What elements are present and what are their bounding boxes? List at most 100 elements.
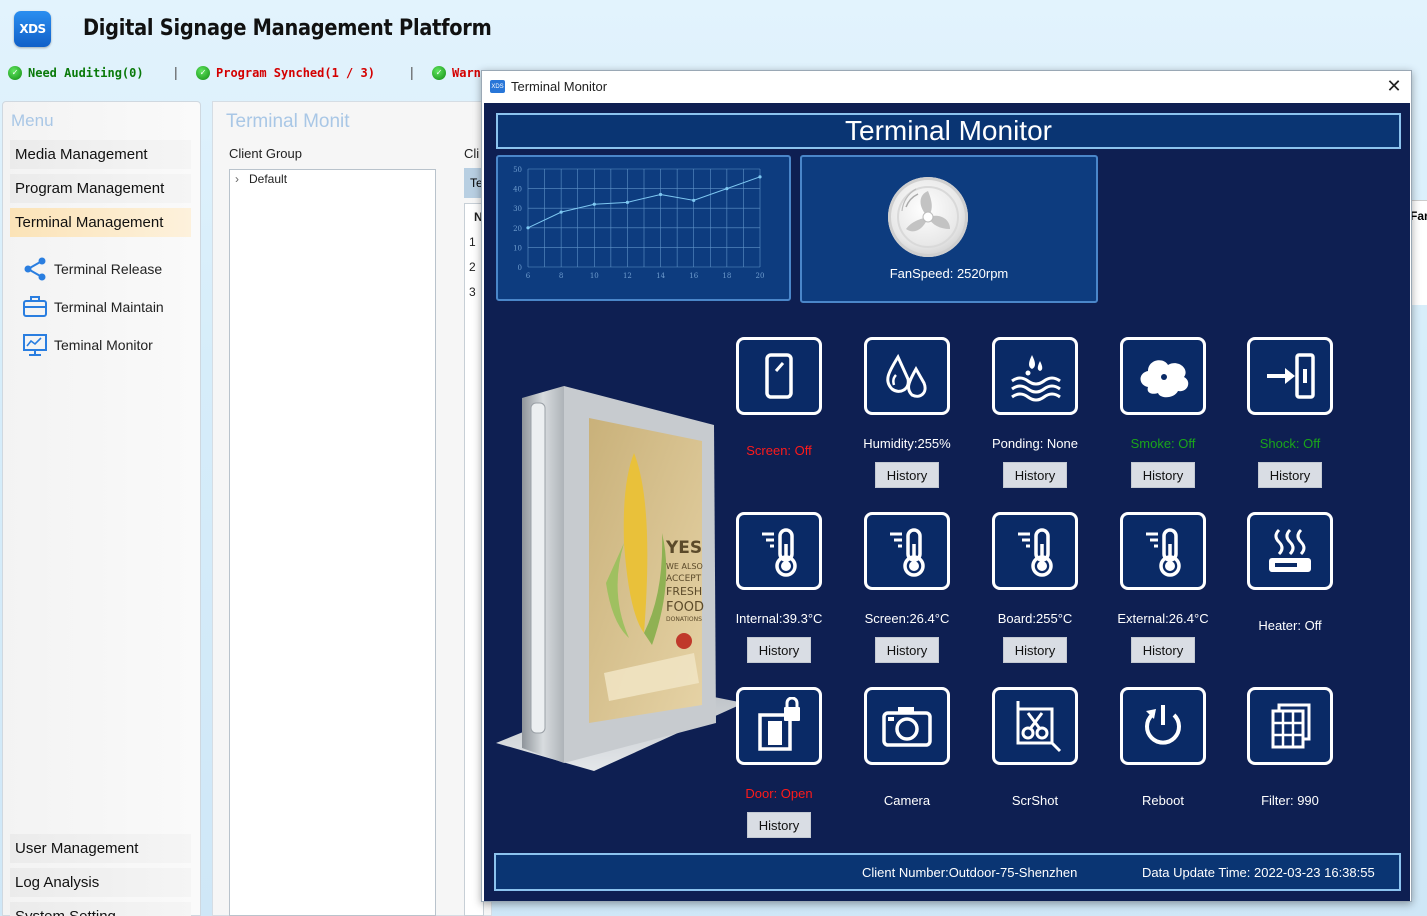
thermometer-icon — [762, 528, 797, 577]
sensor-label: Board:255°C — [997, 611, 1073, 626]
toolbox-icon — [23, 296, 47, 317]
chart-ytick: 0 — [518, 264, 522, 272]
door-icon — [758, 697, 800, 751]
history-button[interactable]: History — [875, 462, 939, 488]
screenshot-icon — [1016, 701, 1062, 753]
poster-text: FOOD — [666, 600, 704, 615]
history-button[interactable]: History — [1131, 637, 1195, 663]
client-group-tree[interactable] — [229, 169, 436, 916]
sensor-tile[interactable] — [864, 512, 950, 590]
sensor-tile[interactable] — [1120, 337, 1206, 415]
menu-item-log[interactable]: Log Analysis — [10, 868, 191, 897]
kiosk-image: YES WE ALSO ACCEPT FRESH FOOD DONATIONS — [496, 386, 744, 771]
menu-item-program[interactable]: Program Management — [10, 174, 191, 203]
chart-point — [725, 187, 729, 191]
data-update-time: Data Update Time: 2022-03-23 16:38:55 — [1142, 865, 1375, 880]
fan-card: FanSpeed: 2520rpm — [800, 155, 1098, 303]
ponding-icon — [1011, 355, 1061, 402]
chart-ytick: 30 — [513, 205, 522, 213]
humidity-icon — [886, 353, 927, 398]
sensor-tile[interactable] — [864, 337, 950, 415]
sensor-tile[interactable] — [1247, 687, 1333, 765]
menu-item-system[interactable]: System Setting — [10, 902, 191, 916]
sensor-tile[interactable] — [736, 687, 822, 765]
app-icon: XDS — [490, 80, 505, 93]
sensor-label: Shock: Off — [1259, 436, 1321, 451]
monitor-footer: Client Number:Outdoor-75-Shenzhen Data U… — [494, 853, 1401, 891]
thermometer-icon — [890, 528, 925, 577]
sub-item-terminal-release[interactable]: Terminal Release — [22, 254, 162, 284]
poster-text: YES — [665, 538, 702, 558]
sensor-tile[interactable] — [1247, 337, 1333, 415]
sensor-label: Smoke: Off — [1130, 436, 1196, 451]
table-row[interactable]: 1 — [469, 235, 476, 249]
table-row[interactable]: 3 — [469, 285, 476, 299]
sensor-label: Reboot — [1142, 793, 1184, 808]
chart-point — [692, 198, 696, 202]
sensor-tile[interactable] — [1120, 512, 1206, 590]
sensor-tile[interactable] — [736, 512, 822, 590]
filter-icon — [1271, 703, 1311, 749]
sub-item-terminal-monitor[interactable]: Teminal Monitor — [22, 330, 153, 360]
sensor-label: Screen: Off — [746, 443, 812, 458]
sensor-label: ScrShot — [1011, 793, 1059, 808]
sensor-label: Internal:39.3°C — [735, 611, 823, 626]
app-title: Digital Signage Management Platform — [83, 16, 492, 41]
terminal-monitor-window: XDS Terminal Monitor ✕ Terminal Monitor … — [481, 70, 1412, 902]
window-title: Terminal Monitor — [511, 79, 608, 94]
chart-point — [658, 192, 663, 197]
chart-xtick: 18 — [722, 272, 731, 280]
history-button[interactable]: History — [1003, 637, 1067, 663]
sub-item-label: Terminal Maintain — [54, 299, 164, 315]
history-button[interactable]: History — [1258, 462, 1322, 488]
history-button[interactable]: History — [747, 637, 811, 663]
chart-xtick: 10 — [590, 272, 599, 280]
sensor-tile[interactable] — [992, 687, 1078, 765]
smoke-icon — [1140, 360, 1189, 398]
sensor-tile[interactable] — [864, 687, 950, 765]
chart-xtick: 14 — [656, 272, 665, 280]
sensor-label: Humidity:255% — [863, 436, 951, 451]
monitor-icon — [23, 334, 47, 356]
menu-item-user[interactable]: User Management — [10, 834, 191, 863]
fan-speed-label: FanSpeed: 2520rpm — [889, 266, 1009, 281]
close-icon[interactable]: ✕ — [1383, 75, 1405, 97]
thermometer-icon — [1018, 528, 1053, 577]
menu-item-terminal[interactable]: Terminal Management — [10, 208, 191, 237]
chart-point — [559, 210, 563, 214]
sensor-tile[interactable] — [1247, 512, 1333, 590]
sensor-tile[interactable] — [736, 337, 822, 415]
history-chart-card: 0 10 20 30 40 50 6 8 10 12 14 16 18 20 — [496, 155, 791, 301]
chart-point — [625, 200, 630, 204]
sensor-tile[interactable] — [992, 512, 1078, 590]
client-group-label: Client Group — [229, 146, 302, 161]
screen-icon — [765, 353, 793, 399]
sub-item-terminal-maintain[interactable]: Terminal Maintain — [22, 292, 164, 322]
status-warning[interactable]: ✓ Warn — [432, 66, 481, 80]
chevron-right-icon[interactable]: › — [235, 172, 239, 186]
app-logo: XDS — [14, 11, 51, 47]
chart-xtick: 12 — [623, 272, 632, 280]
chart-point — [526, 226, 530, 230]
menu-item-media[interactable]: Media Management — [10, 140, 191, 169]
sensor-tile[interactable] — [1120, 687, 1206, 765]
tree-item-default[interactable]: › Default — [235, 172, 287, 186]
monitor-header: Terminal Monitor — [496, 113, 1401, 149]
table-header-fan: Fan — [1410, 209, 1427, 223]
status-program-synched[interactable]: ✓ Program Synched(1 / 3) — [196, 66, 375, 80]
status-need-auditing[interactable]: ✓ Need Auditing(0) — [8, 66, 144, 80]
poster-text: FRESH — [666, 585, 702, 598]
shock-icon — [1267, 353, 1315, 399]
history-button[interactable]: History — [747, 812, 811, 838]
heater-icon — [1269, 528, 1311, 572]
history-button[interactable]: History — [1003, 462, 1067, 488]
window-titlebar[interactable]: XDS Terminal Monitor ✕ — [482, 71, 1411, 102]
history-button[interactable]: History — [1131, 462, 1195, 488]
status-label: Need Auditing(0) — [28, 66, 144, 80]
table-row[interactable]: 2 — [469, 260, 476, 274]
history-button[interactable]: History — [875, 637, 939, 663]
sensor-tile[interactable] — [992, 337, 1078, 415]
chart-xtick: 8 — [559, 272, 563, 280]
fan-icon — [888, 177, 968, 257]
check-icon: ✓ — [196, 66, 210, 80]
